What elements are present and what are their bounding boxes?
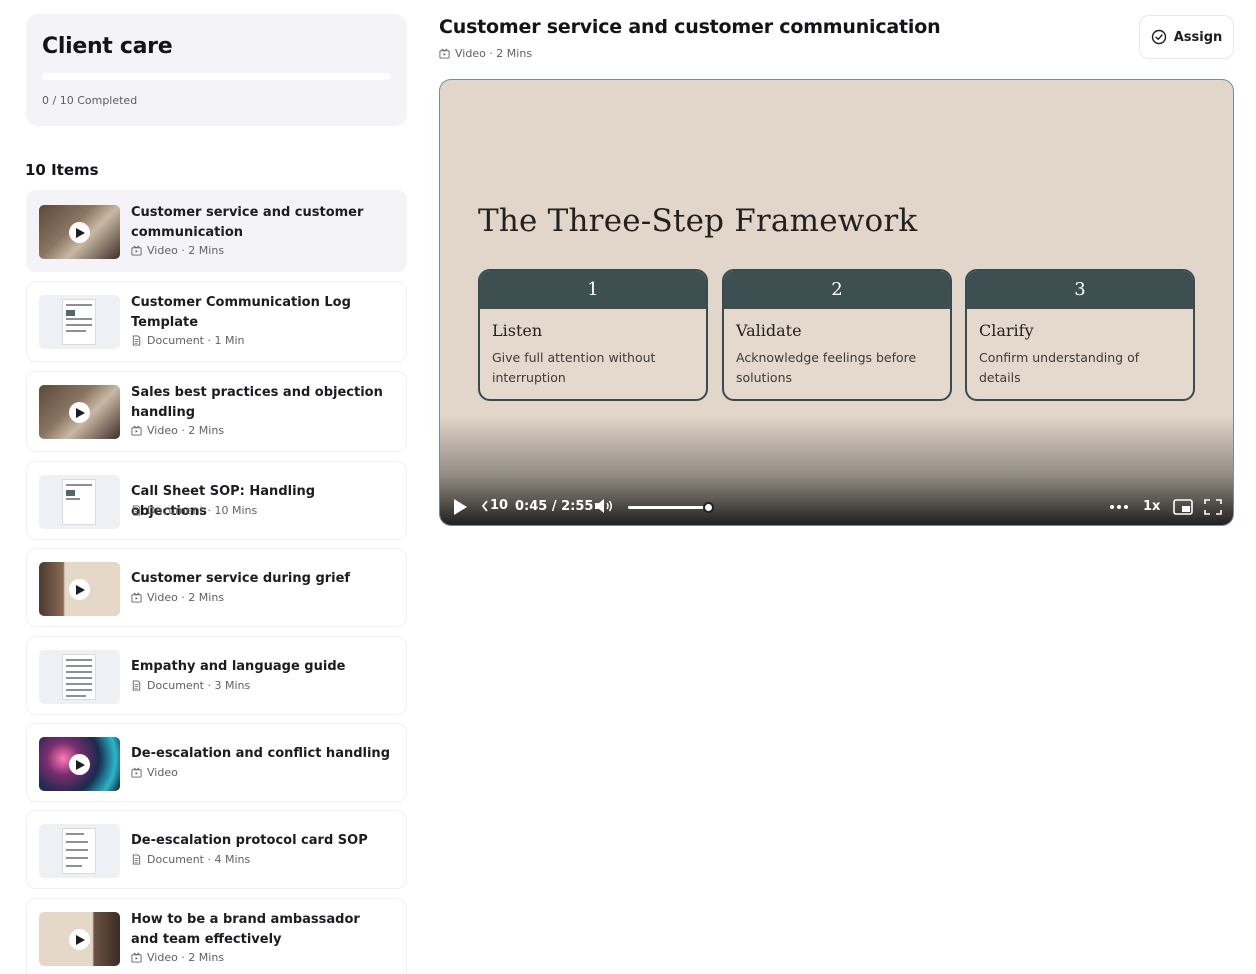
item-title: Empathy and language guide [131, 659, 346, 674]
picture-in-picture-button[interactable] [1173, 499, 1193, 515]
document-icon [132, 680, 141, 691]
video-icon [439, 48, 450, 59]
item-thumbnail [39, 562, 120, 616]
list-item-brand-ambassador[interactable]: How to be a brand ambassador and team ef… [26, 898, 407, 974]
picture-in-picture-icon [1173, 499, 1193, 515]
item-thumbnail [39, 385, 120, 439]
play-icon [454, 499, 467, 515]
step-description: Give full attention without interruption [492, 350, 656, 385]
list-item-protocol-card[interactable]: De-escalation protocol card SOP Document… [26, 810, 407, 889]
document-icon [132, 854, 141, 865]
item-thumbnail [39, 737, 120, 791]
lesson-meta: Video · 2 Mins [439, 47, 532, 60]
fullscreen-icon [1204, 499, 1222, 515]
item-meta: Video [131, 766, 178, 779]
volume-slider-handle[interactable] [703, 502, 714, 513]
video-icon [131, 767, 142, 778]
document-icon [132, 335, 141, 346]
volume-slider[interactable] [628, 506, 710, 509]
item-thumbnail [39, 912, 120, 966]
rewind-10-button[interactable]: 10 [481, 498, 508, 513]
sidebar: Client care 0 / 10 Completed 10 Items Cu… [25, 14, 407, 974]
video-icon [131, 952, 142, 963]
item-thumbnail [39, 824, 120, 878]
list-item-communication-log[interactable]: Customer Communication Log Template Docu… [26, 281, 407, 362]
step-number: 3 [967, 271, 1193, 309]
volume-button[interactable] [594, 498, 614, 514]
list-item-customer-service[interactable]: Customer service and customer communicat… [26, 190, 407, 272]
document-icon [132, 505, 141, 516]
item-meta: Video · 2 Mins [131, 424, 224, 437]
item-meta: Video · 2 Mins [131, 591, 224, 604]
item-title: How to be a brand ambassador and team ef… [131, 912, 360, 947]
item-title: Customer service during grief [131, 571, 351, 586]
play-icon [69, 579, 90, 600]
list-item-grief[interactable]: Customer service during grief Video · 2 … [26, 548, 407, 627]
item-title: De-escalation protocol card SOP [131, 833, 368, 848]
player-controls: 10 0:45 / 2:55 1x [440, 493, 1233, 521]
item-meta: Document · 4 Mins [131, 853, 250, 866]
course-progress-bar [42, 73, 391, 80]
more-icon [1110, 505, 1128, 509]
item-meta: Video · 2 Mins [131, 951, 224, 964]
video-player[interactable]: The Three-Step Framework 1 Listen Give f… [439, 79, 1234, 526]
course-title: Client care [42, 34, 173, 59]
play-button[interactable] [452, 498, 468, 516]
item-meta: Document · 10 Mins [131, 504, 257, 517]
course-card: Client care 0 / 10 Completed [26, 14, 407, 126]
video-icon [131, 592, 142, 603]
item-thumbnail [39, 205, 120, 259]
rewind-label: 10 [490, 498, 509, 513]
assign-button[interactable]: Assign [1139, 15, 1234, 59]
step-description: Confirm understanding of details [979, 350, 1140, 385]
assign-label: Assign [1173, 29, 1223, 45]
item-title: Customer service and customer communicat… [131, 205, 364, 240]
step-name: Clarify [979, 321, 1034, 340]
play-icon [69, 402, 90, 423]
list-item-empathy-guide[interactable]: Empathy and language guide Document · 3 … [26, 636, 407, 715]
item-meta: Document · 1 Min [131, 334, 245, 347]
step-number: 1 [480, 271, 706, 309]
more-options-button[interactable] [1109, 500, 1129, 514]
list-item-de-escalation[interactable]: De-escalation and conflict handling Vide… [26, 723, 407, 802]
step-description: Acknowledge feelings before solutions [736, 350, 917, 385]
rewind-icon [481, 499, 488, 512]
item-meta: Video · 2 Mins [131, 244, 224, 257]
step-number: 2 [724, 271, 950, 309]
item-thumbnail [39, 295, 120, 349]
list-item-call-sheet-sop[interactable]: Call Sheet SOP: Handling objections Docu… [26, 461, 407, 540]
lesson-title: Customer service and customer communicat… [439, 16, 941, 38]
item-title: Customer Communication Log Template [131, 295, 351, 330]
play-icon [69, 929, 90, 950]
check-circle-icon [1151, 29, 1166, 45]
item-thumbnail [39, 650, 120, 704]
play-icon [69, 222, 90, 243]
item-title: Sales best practices and objection handl… [131, 385, 383, 420]
step-name: Listen [492, 321, 543, 340]
video-icon [131, 245, 142, 256]
fullscreen-button[interactable] [1204, 499, 1222, 515]
items-heading: 10 Items [25, 161, 99, 179]
volume-icon [595, 499, 612, 513]
item-meta: Document · 3 Mins [131, 679, 250, 692]
step-card-validate: 2 Validate Acknowledge feelings before s… [722, 269, 952, 401]
step-card-listen: 1 Listen Give full attention without int… [478, 269, 708, 401]
list-item-sales-best-practices[interactable]: Sales best practices and objection handl… [26, 371, 407, 452]
time-display: 0:45 / 2:55 [515, 499, 594, 514]
video-icon [131, 425, 142, 436]
item-title: De-escalation and conflict handling [131, 746, 390, 761]
step-card-clarify: 3 Clarify Confirm understanding of detai… [965, 269, 1195, 401]
item-thumbnail [39, 475, 120, 529]
step-name: Validate [736, 321, 802, 340]
play-icon [69, 754, 90, 775]
progress-text: 0 / 10 Completed [42, 94, 138, 107]
playback-speed-button[interactable]: 1x [1143, 499, 1160, 514]
slide-heading: The Three-Step Framework [478, 203, 918, 239]
